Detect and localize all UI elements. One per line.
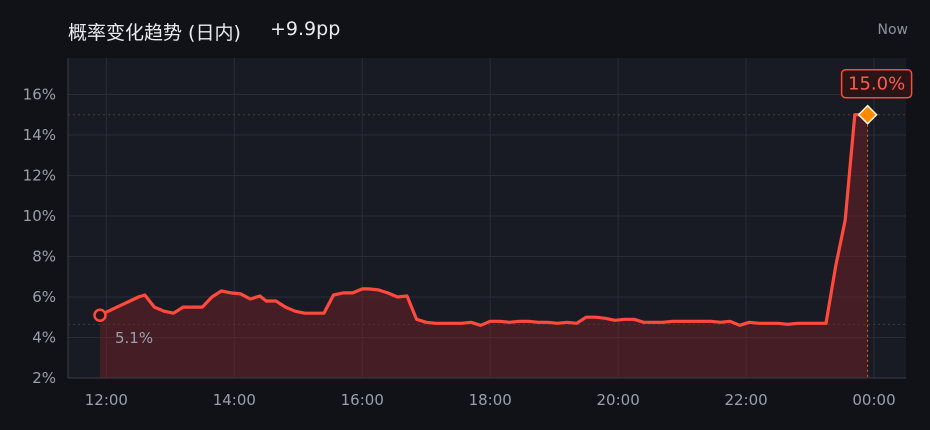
y-tick-label: 10% bbox=[23, 207, 56, 225]
x-tick-label: 18:00 bbox=[469, 391, 512, 409]
y-tick-label: 16% bbox=[23, 85, 56, 103]
chart-card: 概率变化趋势 (日内) +9.9pp Now 2% 4% 6% 8% 10% 12% 14%… bbox=[0, 0, 930, 430]
y-tick-label: 12% bbox=[23, 166, 56, 184]
y-tick-label: 4% bbox=[32, 328, 56, 346]
x-tick-label: 20:00 bbox=[597, 391, 640, 409]
x-tick-label: 12:00 bbox=[85, 391, 128, 409]
y-tick-label: 6% bbox=[32, 288, 56, 306]
x-tick-label: 16:00 bbox=[341, 391, 384, 409]
x-tick-label: 00:00 bbox=[852, 391, 895, 409]
y-axis: 2% 4% 6% 8% 10% 12% 14% 16% bbox=[23, 85, 56, 387]
y-tick-label: 8% bbox=[32, 247, 56, 265]
start-value-label: 5.1% bbox=[115, 329, 153, 347]
y-tick-label: 14% bbox=[23, 126, 56, 144]
end-value-label: 15.0% bbox=[848, 74, 905, 95]
start-point-marker bbox=[93, 308, 107, 322]
y-tick-label: 2% bbox=[32, 369, 56, 387]
x-tick-label: 14:00 bbox=[213, 391, 256, 409]
x-axis: 12:00 14:00 16:00 18:00 20:00 22:00 00:00 bbox=[85, 391, 896, 409]
probability-chart: 2% 4% 6% 8% 10% 12% 14% 16% 12:00 14:00 16:00 18:0… bbox=[23, 58, 913, 409]
x-tick-label: 22:00 bbox=[724, 391, 767, 409]
